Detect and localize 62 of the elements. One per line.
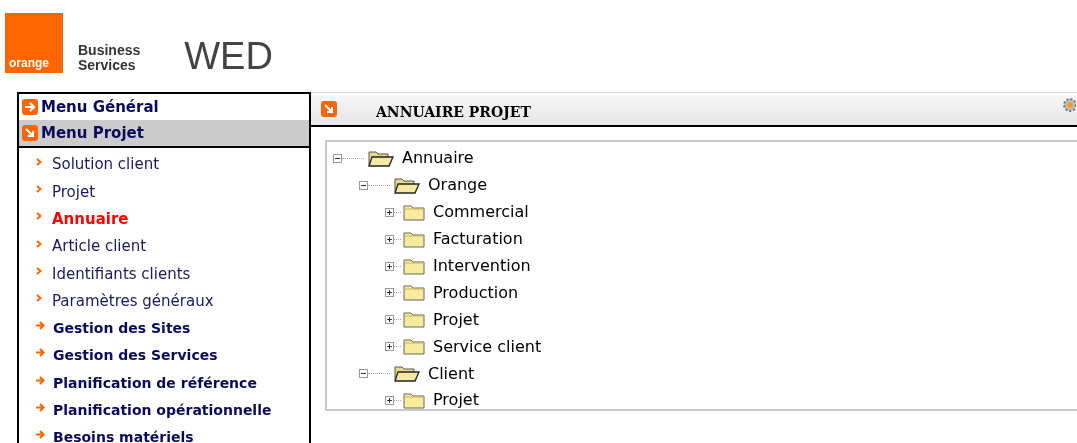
tree-item[interactable]: Orange: [428, 173, 488, 198]
menu-link[interactable]: Gestion des Sites: [53, 317, 191, 339]
arrow-icon: [36, 375, 45, 385]
arrow-icon: [36, 320, 45, 330]
expand-icon[interactable]: [385, 207, 394, 217]
tree-item[interactable]: Projet: [433, 388, 479, 413]
brand-text: Business: [78, 43, 141, 58]
menu-link[interactable]: Article client: [52, 235, 147, 258]
menu-link[interactable]: Solution client: [52, 153, 160, 176]
arrow-icon: [36, 348, 45, 358]
menu-link[interactable]: Planification de référence: [53, 372, 257, 394]
brand-text: Services: [78, 58, 137, 73]
collapse-icon[interactable]: [359, 180, 368, 190]
open-folder-icon: [394, 365, 420, 383]
expand-icon[interactable]: [385, 395, 394, 405]
open-folder-icon: [368, 149, 394, 167]
logo-text: orange: [9, 57, 49, 69]
folder-icon: [403, 311, 425, 329]
gear-icon[interactable]: [1061, 96, 1076, 114]
tree-item[interactable]: Service client: [433, 334, 542, 359]
expand-icon[interactable]: [385, 342, 394, 352]
menu-link[interactable]: Projet: [52, 180, 96, 204]
menu-link[interactable]: Identifiants clients: [52, 262, 191, 286]
arrow-icon: [36, 430, 45, 440]
expand-icon[interactable]: [385, 234, 394, 244]
arrow-icon: [22, 125, 38, 141]
tree-item[interactable]: Commercial: [433, 200, 529, 225]
folder-icon: [403, 257, 425, 275]
chevron-icon: [36, 184, 42, 193]
panel-title: ANNUAIRE PROJET: [376, 102, 531, 122]
arrow-icon: [22, 99, 38, 115]
chevron-icon: [36, 212, 42, 221]
menu-link[interactable]: Gestion des Services: [53, 345, 218, 367]
chevron-icon: [36, 294, 42, 303]
collapse-icon[interactable]: [359, 369, 368, 379]
app-title: WED: [184, 37, 273, 75]
chevron-icon: [36, 239, 42, 248]
open-folder-icon: [394, 176, 420, 194]
expand-icon[interactable]: [385, 288, 394, 298]
tree-item[interactable]: Projet: [433, 307, 479, 332]
menu-link[interactable]: Annuaire: [52, 208, 129, 231]
folder-icon: [403, 230, 425, 248]
arrow-icon: [36, 402, 45, 412]
tree-item[interactable]: Production: [433, 280, 519, 305]
expand-icon[interactable]: [385, 261, 394, 271]
tree-item[interactable]: Client: [428, 361, 475, 386]
collapse-icon[interactable]: [333, 153, 342, 163]
menu-link[interactable]: Paramètres généraux: [52, 289, 214, 313]
folder-icon: [403, 391, 425, 409]
menu-link[interactable]: Besoins matériels: [53, 427, 194, 443]
menu-header[interactable]: Menu Général: [19, 94, 309, 120]
menu-header[interactable]: Menu Projet: [19, 120, 309, 148]
tree-item[interactable]: Facturation: [433, 227, 523, 252]
chevron-icon: [36, 266, 42, 275]
tree-item[interactable]: Intervention: [433, 254, 531, 278]
folder-icon: [403, 338, 425, 356]
folder-icon: [403, 203, 425, 221]
expand-icon[interactable]: [385, 315, 394, 325]
menu-link[interactable]: Planification opérationnelle: [53, 399, 272, 421]
chevron-icon: [36, 157, 42, 166]
tree-item[interactable]: Annuaire: [402, 146, 474, 171]
folder-icon: [403, 284, 425, 302]
